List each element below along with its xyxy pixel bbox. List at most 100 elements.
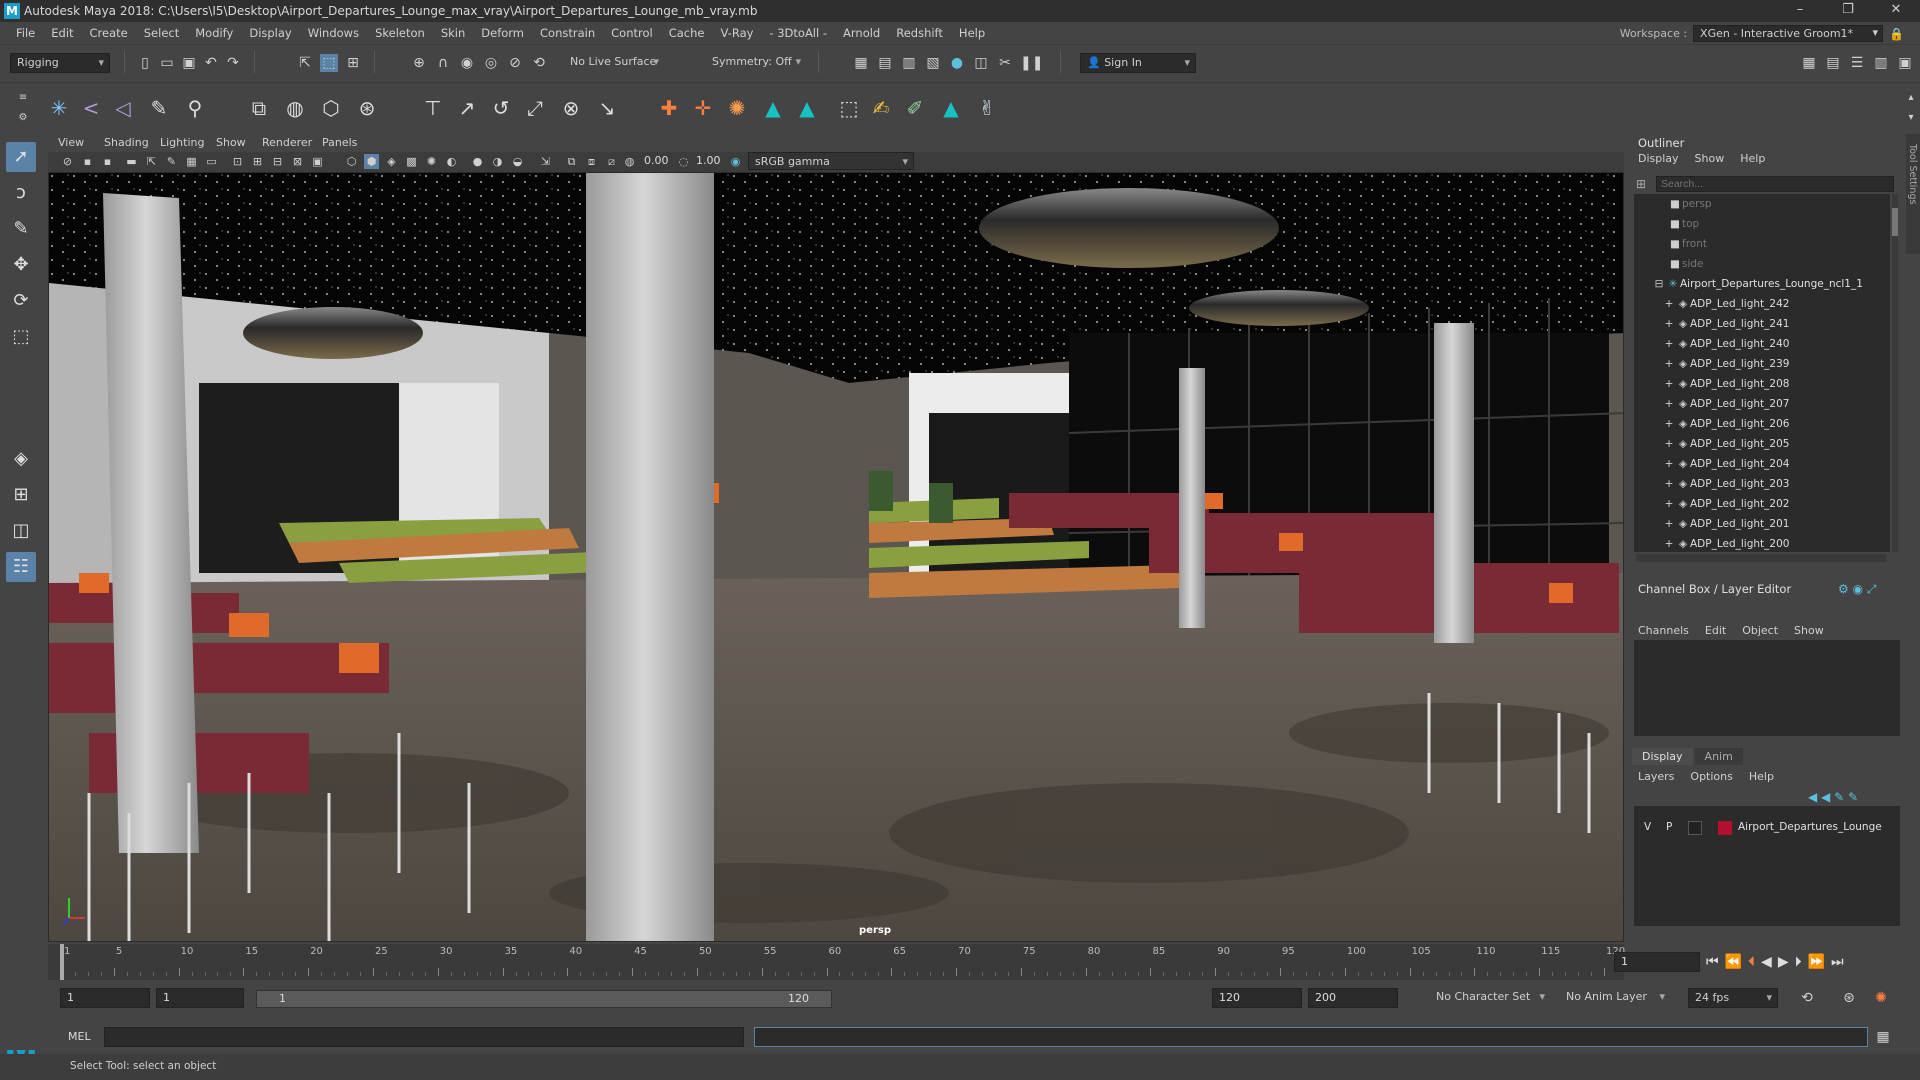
outliner-item-row[interactable]: + ◈ ADP_Led_light_242 (1634, 294, 1890, 314)
outliner-item-row[interactable]: + ◈ ADP_Led_light_202 (1634, 494, 1890, 514)
parent-constraint-icon[interactable]: ⊤ (420, 95, 446, 121)
shelf-menu-icon[interactable]: ⚙ (14, 109, 32, 127)
animation-prefs-icon[interactable]: ✺ (1872, 989, 1890, 1007)
ik-handle-icon[interactable]: < (78, 95, 104, 121)
viewport-persp[interactable]: persp (48, 172, 1624, 942)
bookmark-icon[interactable]: ▪ (100, 154, 115, 169)
playback-end-field[interactable]: 120 (1212, 988, 1302, 1008)
channel-box-menu-item[interactable]: Edit (1705, 624, 1726, 637)
current-time-indicator[interactable] (60, 944, 64, 980)
layer-editor-tab[interactable]: Anim (1694, 748, 1743, 765)
menu-item[interactable]: Skin (433, 26, 473, 40)
shelf-tab-icon[interactable]: ≡ (14, 89, 32, 107)
outliner-menu-item[interactable]: Help (1740, 152, 1765, 165)
humanik-icon[interactable]: ⚲ (182, 95, 208, 121)
go-to-start-icon[interactable]: ⏮ (1706, 954, 1719, 970)
expand-icon[interactable]: + (1662, 534, 1676, 552)
outliner-camera-row[interactable]: ■ persp (1634, 194, 1890, 214)
orient-constraint-icon[interactable]: ↺ (488, 95, 514, 121)
step-back-frame-icon[interactable]: ⏴ (1748, 954, 1755, 970)
expand-icon[interactable]: + (1662, 454, 1676, 474)
image-plane-icon[interactable]: ▬ (124, 154, 139, 169)
pole-vector-icon[interactable]: ↘ (594, 95, 620, 121)
outliner-item-row[interactable]: + ◈ ADP_Led_light_203 (1634, 474, 1890, 494)
select-by-hierarchy-icon[interactable]: ⇱ (296, 54, 314, 72)
select-tool-icon[interactable]: ➚ (6, 142, 36, 172)
step-forward-frame-icon[interactable]: ⏵ (1795, 954, 1802, 970)
isolate-select-icon[interactable]: ⇲ (538, 154, 553, 169)
layer-visibility-toggle[interactable]: V (1644, 821, 1651, 833)
snap-view-icon[interactable]: ◎ (482, 54, 500, 72)
blend-shape-icon[interactable]: ▲ (760, 95, 786, 121)
outliner-item-row[interactable]: + ◈ ADP_Led_light_207 (1634, 394, 1890, 414)
gate-mask-icon[interactable]: ⊞ (250, 154, 265, 169)
ipr-render-icon[interactable]: ▥ (900, 54, 918, 72)
loop-icon[interactable]: ⟲ (1798, 989, 1816, 1007)
smooth-skin-icon[interactable]: ◍ (282, 95, 308, 121)
outliner-vscrollbar[interactable] (1892, 194, 1898, 552)
tool-settings-side-tab[interactable]: Tool Settings (1906, 134, 1920, 254)
layer-editor-tab[interactable]: Display (1632, 748, 1693, 765)
viewport-menu-item[interactable]: Show (216, 136, 246, 149)
play-backward-icon[interactable]: ◀ (1761, 954, 1772, 970)
channel-box-icon[interactable]: ▥ (1872, 54, 1890, 72)
viewport-menu-item[interactable]: Renderer (262, 136, 312, 149)
time-slider[interactable]: 1 5 10 15 20 25 30 35 40 45 50 55 60 65 70 75 80 85 90 95 10… (48, 944, 1625, 980)
xray-joints-icon[interactable]: ⧈ (584, 154, 599, 169)
snap-grid-icon[interactable]: ⊕ (410, 54, 428, 72)
wireframe-on-shaded-icon[interactable]: ◈ (384, 154, 399, 169)
layer-playback-toggle[interactable]: P (1666, 821, 1672, 833)
menu-item[interactable]: V-Ray (712, 26, 761, 40)
viewport-menu-item[interactable]: Shading (104, 136, 149, 149)
cluster-icon[interactable]: ⊛ (354, 95, 380, 121)
outliner-menu-item[interactable]: Show (1695, 152, 1725, 165)
workspace-dropdown[interactable]: XGen - Interactive Groom1* (1693, 25, 1884, 42)
attribute-editor-icon[interactable]: ▤ (1824, 54, 1842, 72)
shelf-scroll-down-icon[interactable]: ▾ (1902, 109, 1920, 127)
persp-outliner-icon[interactable]: ◫ (6, 516, 36, 546)
ambient-occlusion-icon[interactable]: ● (470, 154, 485, 169)
animation-start-field[interactable]: 1 (60, 988, 150, 1008)
viewport-menu-item[interactable]: Panels (322, 136, 357, 149)
expand-icon[interactable]: + (1662, 434, 1676, 454)
outliner-item-row[interactable]: + ◈ ADP_Led_light_206 (1634, 414, 1890, 434)
expand-icon[interactable]: + (1662, 514, 1676, 534)
channel-box-menu-item[interactable]: Show (1794, 624, 1824, 637)
expand-icon[interactable]: + (1662, 354, 1676, 374)
resolution-gate-icon[interactable]: ⊡ (230, 154, 245, 169)
anim-layer-dropdown[interactable]: No Anim Layer (1560, 988, 1670, 1008)
render-settings-icon[interactable]: ▧ (924, 54, 942, 72)
outliner-item-row[interactable]: + ◈ ADP_Led_light_204 (1634, 454, 1890, 474)
lights-icon[interactable]: ✺ (424, 154, 439, 169)
search-options-icon[interactable]: ⊞ (1636, 177, 1650, 191)
outliner-item-row[interactable]: + ◈ ADP_Led_light_201 (1634, 514, 1890, 534)
symmetry-dropdown[interactable]: Symmetry: Off (706, 53, 806, 73)
go-to-end-icon[interactable]: ⏭ (1831, 954, 1844, 970)
render-view-icon[interactable]: ◫ (972, 54, 990, 72)
outliner-group-row[interactable]: ⊟ ✳ Airport_Departures_Lounge_ncl1_1 (1634, 274, 1890, 294)
expand-icon[interactable]: + (1662, 414, 1676, 434)
four-view-icon[interactable]: ⊞ (6, 480, 36, 510)
gamma-icon[interactable]: ◌ (676, 154, 691, 169)
outliner-item-row[interactable]: + ◈ ADP_Led_light_205 (1634, 434, 1890, 454)
empty-shelf-slot-icon[interactable]: ⬚ (836, 95, 862, 121)
anti-aliasing-icon[interactable]: ◒ (510, 154, 525, 169)
modeling-toolkit-icon[interactable]: ▦ (1800, 54, 1818, 72)
save-scene-icon[interactable]: ▣ (180, 54, 198, 72)
film-gate-icon[interactable]: ▭ (204, 154, 219, 169)
channel-box-menu-item[interactable]: Object (1742, 624, 1778, 637)
joint-tool-icon[interactable]: ✳ (46, 95, 72, 121)
safe-action-icon[interactable]: ⊠ (290, 154, 305, 169)
motion-blur-icon[interactable]: ◑ (490, 154, 505, 169)
command-input[interactable] (104, 1027, 744, 1047)
grease-pencil-icon[interactable]: ✎ (164, 154, 179, 169)
menu-item[interactable]: Help (951, 26, 993, 40)
xray-icon[interactable]: ⧉ (564, 154, 579, 169)
rotate-tool-icon[interactable]: ⟳ (6, 286, 36, 316)
outliner-menu-item[interactable]: Display (1638, 152, 1679, 165)
layer-editor-menu-item[interactable]: Options (1690, 770, 1732, 783)
aim-constraint-icon[interactable]: ⊗ (558, 95, 584, 121)
shelf-scroll-up-icon[interactable]: ▴ (1902, 89, 1920, 107)
sign-in-button[interactable]: 👤 Sign In (1080, 53, 1196, 73)
camera-attributes-icon[interactable]: ▪ (80, 154, 95, 169)
